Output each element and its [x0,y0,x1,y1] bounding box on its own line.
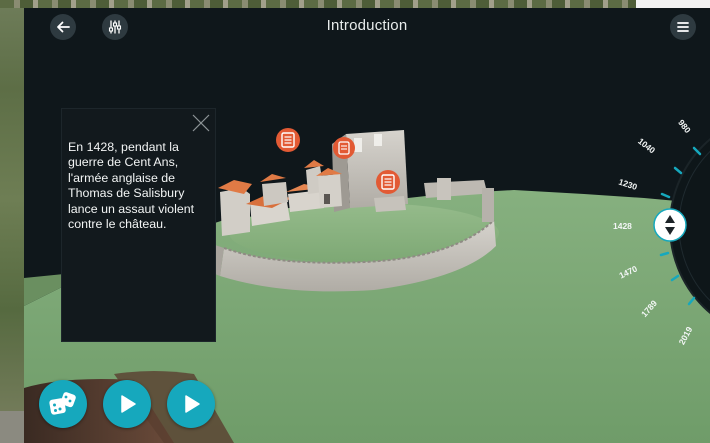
info-line: Thomas de Salisbury [68,186,185,201]
page-title: Introduction [326,17,408,34]
year-label: 1789 [639,298,659,319]
year-label: 2019 [677,325,695,347]
year-label: 1040 [636,136,657,156]
background-photo [0,0,24,443]
info-line: guerre de Cent Ans, [68,155,179,170]
menu-button[interactable] [670,14,696,40]
random-button[interactable] [39,380,87,428]
background-photo-top [0,0,710,8]
year-label: 980 [676,118,693,136]
info-line: contre le château. [68,217,167,232]
background-corner [636,0,710,8]
play-next-button[interactable] [167,380,215,428]
info-line: En 1428, pendant la [68,140,179,154]
year-label: 1230 [617,177,638,192]
close-icon [192,114,210,132]
close-button[interactable] [191,113,211,133]
info-panel: En 1428, pendant la guerre de Cent Ans, … [61,108,216,342]
dice-icon [49,392,76,415]
timeline-handle[interactable] [653,208,687,242]
hamburger-menu-icon [677,22,689,32]
play-button[interactable] [103,380,151,428]
info-text: En 1428, pendant la guerre de Cent Ans, … [68,140,218,232]
play-icon [121,395,136,413]
info-line: l'armée anglaise de [68,170,176,185]
top-bar: Introduction [24,8,710,48]
info-line: lance un assaut violent [68,201,195,216]
app-window: 980 1040 1230 1428 1470 1789 2019 Introd… [24,8,710,443]
play-icon [185,395,200,413]
year-label-selected: 1428 [613,221,632,231]
year-label: 1470 [617,263,639,280]
